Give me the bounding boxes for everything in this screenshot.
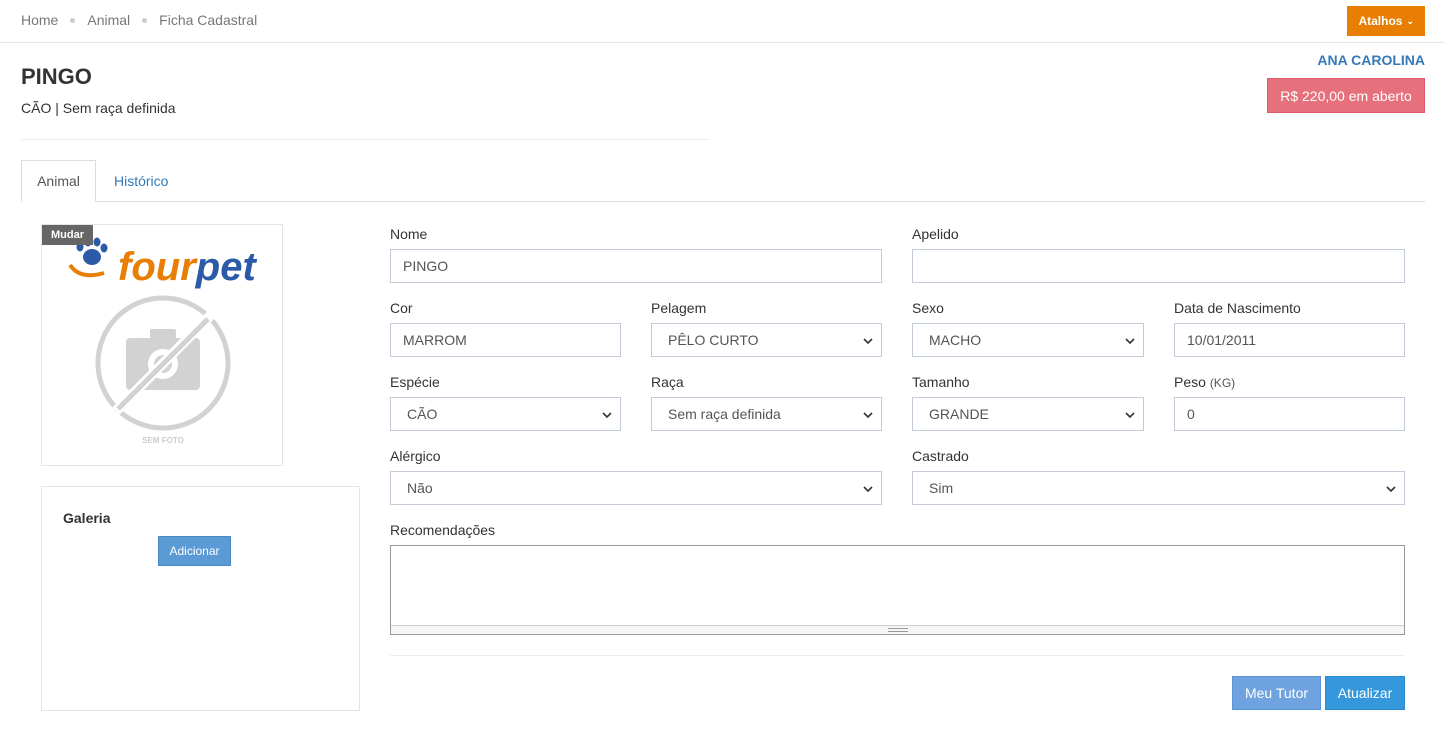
chevron-down-icon <box>1386 486 1396 493</box>
shortcuts-label: Atalhos <box>1358 14 1403 28</box>
breadcrumb-animal[interactable]: Animal <box>87 12 130 28</box>
tamanho-value: GRANDE <box>929 406 989 422</box>
castrado-value: Sim <box>929 480 954 496</box>
tab-historico[interactable]: Histórico <box>98 160 184 202</box>
castrado-select[interactable]: Sim <box>912 471 1405 505</box>
alergico-value: Não <box>407 480 433 496</box>
label-especie: Espécie <box>390 374 440 390</box>
breadcrumb-home[interactable]: Home <box>21 12 58 28</box>
gallery-title: Galeria <box>63 510 111 526</box>
especie-value: CÃO <box>407 406 438 422</box>
page-title: PINGO <box>21 64 92 89</box>
raca-select[interactable]: Sem raça definida <box>651 397 882 431</box>
resize-handle[interactable] <box>391 625 1404 634</box>
gallery-panel: Galeria Adicionar <box>41 486 360 711</box>
svg-text:fourpet: fourpet <box>118 245 257 289</box>
label-alergico: Alérgico <box>390 448 441 464</box>
update-button[interactable]: Atualizar <box>1325 676 1405 710</box>
chevron-down-icon <box>863 338 873 345</box>
add-gallery-button[interactable]: Adicionar <box>158 536 231 566</box>
chevron-down-icon <box>863 486 873 493</box>
apelido-input[interactable] <box>912 249 1405 283</box>
no-photo-placeholder-icon: fourpet <box>68 237 257 431</box>
page-subtitle: CÃO | Sem raça definida <box>21 100 176 116</box>
label-recomendacoes: Recomendações <box>390 522 496 538</box>
nascimento-input[interactable]: 10/01/2011 <box>1174 323 1405 357</box>
breadcrumb: Home Animal Ficha Cadastral <box>21 12 257 28</box>
peso-unit: (KG) <box>1209 376 1236 390</box>
header-divider <box>21 139 709 140</box>
pelagem-select[interactable]: PÊLO CURTO <box>651 323 882 357</box>
open-balance-badge[interactable]: R$ 220,00 em aberto <box>1267 78 1425 113</box>
top-bar: Home Animal Ficha Cadastral Atalhos ⌄ <box>0 0 1445 43</box>
chevron-down-icon <box>1125 338 1135 345</box>
form-divider <box>390 655 1405 656</box>
tab-bar: Animal Histórico <box>21 160 1425 202</box>
alergico-select[interactable]: Não <box>390 471 882 505</box>
tutor-link[interactable]: ANA CAROLINA <box>1317 52 1425 68</box>
breadcrumb-separator <box>70 17 76 23</box>
recomendacoes-textarea[interactable] <box>390 545 1405 635</box>
pet-photo[interactable]: fourpet Mudar SEM FOTO <box>41 224 283 466</box>
label-castrado: Castrado <box>912 448 969 464</box>
breadcrumb-separator <box>142 17 148 23</box>
no-photo-text: SEM FOTO <box>142 436 184 445</box>
label-apelido: Apelido <box>912 226 959 242</box>
peso-input[interactable]: 0 <box>1174 397 1405 431</box>
peso-label-text: Peso <box>1174 374 1206 390</box>
nome-input[interactable]: PINGO <box>390 249 882 283</box>
sexo-value: MACHO <box>929 332 982 348</box>
especie-select[interactable]: CÃO <box>390 397 621 431</box>
chevron-down-icon <box>1125 412 1135 419</box>
label-raca: Raça <box>651 374 684 390</box>
chevron-down-icon <box>602 412 612 419</box>
label-nascimento: Data de Nascimento <box>1174 300 1301 316</box>
tamanho-select[interactable]: GRANDE <box>912 397 1144 431</box>
tab-animal[interactable]: Animal <box>21 160 96 202</box>
shortcuts-button[interactable]: Atalhos ⌄ <box>1347 6 1425 36</box>
label-cor: Cor <box>390 300 413 316</box>
breadcrumb-current: Ficha Cadastral <box>159 12 258 28</box>
my-tutor-button[interactable]: Meu Tutor <box>1232 676 1321 710</box>
pelagem-value: PÊLO CURTO <box>668 332 759 348</box>
label-peso: Peso (KG) <box>1174 374 1235 390</box>
sexo-select[interactable]: MACHO <box>912 323 1144 357</box>
label-sexo: Sexo <box>912 300 944 316</box>
label-tamanho: Tamanho <box>912 374 970 390</box>
label-pelagem: Pelagem <box>651 300 707 316</box>
chevron-down-icon: ⌄ <box>1406 15 1414 26</box>
chevron-down-icon <box>863 412 873 419</box>
raca-value: Sem raça definida <box>668 406 781 422</box>
change-photo-button[interactable]: Mudar <box>42 225 93 245</box>
label-nome: Nome <box>390 226 428 242</box>
cor-input[interactable]: MARROM <box>390 323 621 357</box>
